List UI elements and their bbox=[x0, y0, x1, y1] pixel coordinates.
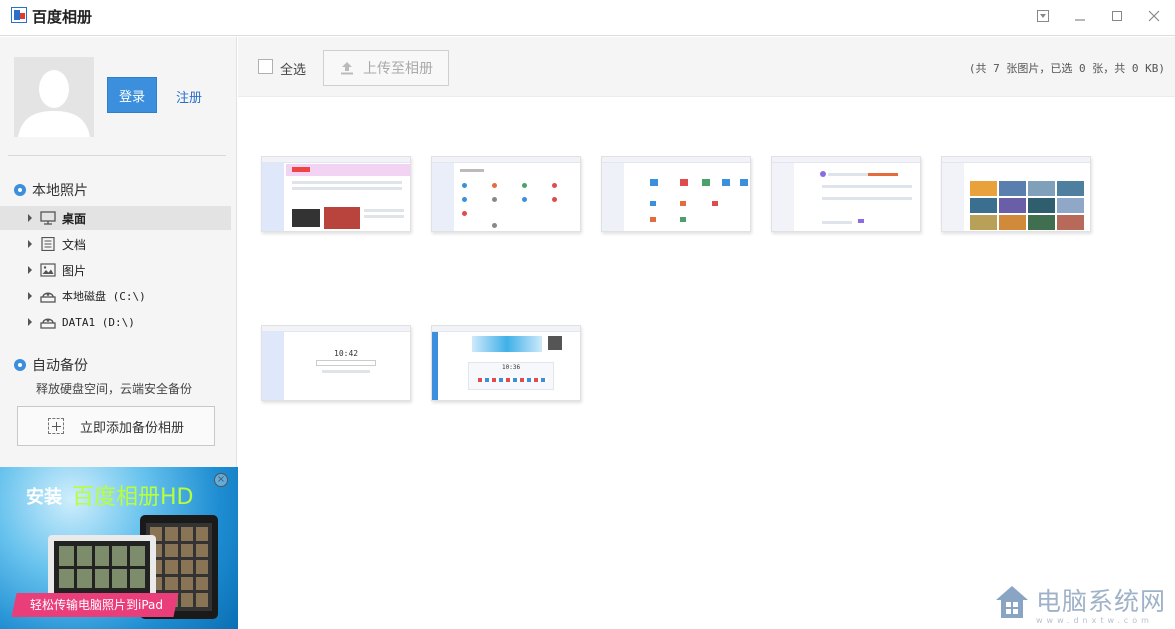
tree-item-label: 本地磁盘 (C:\) bbox=[62, 290, 146, 303]
watermark-text: 电脑系统网 bbox=[1036, 587, 1167, 616]
photo-thumbnail[interactable] bbox=[261, 156, 411, 232]
upload-to-album-button[interactable]: 上传至相册 bbox=[323, 50, 449, 86]
dropdown-icon bbox=[1037, 10, 1049, 22]
local-photos-title: 本地照片 bbox=[32, 183, 88, 199]
toolbar: 全选 上传至相册 (共 7 张图片，已选 0 张，共 0 KB) bbox=[238, 37, 1175, 97]
login-button[interactable]: 登录 bbox=[107, 77, 157, 113]
add-backup-album-button[interactable]: 立即添加备份相册 bbox=[17, 406, 215, 446]
app-window: 百度相册 登录 注册 本地照片 桌面 文档 图片 本地磁盘 (C:\) DATA… bbox=[0, 0, 1175, 629]
ad-title-install: 安装 bbox=[26, 487, 62, 508]
add-icon bbox=[47, 418, 64, 434]
expand-arrow-icon[interactable] bbox=[28, 292, 32, 300]
close-button[interactable] bbox=[1143, 6, 1165, 28]
auto-backup-header[interactable]: 自动备份 bbox=[14, 355, 88, 375]
app-title: 百度相册 bbox=[32, 8, 93, 26]
minimize-button[interactable] bbox=[1069, 6, 1091, 28]
tree-item-pictures[interactable]: 图片 bbox=[0, 258, 231, 282]
ipad-illustration-front bbox=[48, 535, 156, 599]
avatar bbox=[14, 57, 94, 137]
auto-backup-description: 释放硬盘空间，云端安全备份 bbox=[36, 382, 193, 396]
local-photos-header[interactable]: 本地照片 bbox=[14, 180, 88, 200]
tree-item-documents[interactable]: 文档 bbox=[0, 232, 231, 256]
divider bbox=[8, 155, 226, 156]
minimize-icon bbox=[1075, 19, 1085, 21]
select-all-checkbox[interactable] bbox=[258, 59, 273, 74]
ad-title-product: 百度相册HD bbox=[72, 485, 194, 510]
sidebar: 登录 注册 本地照片 桌面 文档 图片 本地磁盘 (C:\) DATA1 (D:… bbox=[0, 37, 238, 629]
tree-item-label: 桌面 bbox=[62, 211, 87, 226]
house-logo-icon bbox=[996, 586, 1028, 618]
maximize-icon bbox=[1112, 11, 1122, 21]
expand-arrow-icon[interactable] bbox=[28, 318, 32, 326]
select-all-label[interactable]: 全选 bbox=[280, 59, 306, 78]
photo-thumbnail[interactable]: 10:42 bbox=[261, 325, 411, 401]
monitor-icon bbox=[40, 211, 56, 225]
image-icon bbox=[40, 263, 56, 277]
watermark: 电脑系统网 www.dnxtw.com bbox=[990, 580, 1170, 628]
photo-thumbnail[interactable] bbox=[941, 156, 1091, 232]
photo-thumbnail[interactable] bbox=[431, 156, 581, 232]
tree-item-desktop[interactable]: 桌面 bbox=[0, 206, 231, 230]
disk-icon bbox=[40, 289, 56, 303]
app-logo-icon bbox=[11, 7, 27, 23]
expand-arrow-icon[interactable] bbox=[28, 266, 32, 274]
add-backup-label: 立即添加备份相册 bbox=[79, 420, 184, 436]
tree-item-disk-d[interactable]: DATA1 (D:\) bbox=[0, 310, 231, 334]
maximize-button[interactable] bbox=[1106, 6, 1128, 28]
dropdown-menu-button[interactable] bbox=[1032, 6, 1054, 28]
expand-arrow-icon[interactable] bbox=[28, 214, 32, 222]
radio-dot-icon bbox=[14, 359, 26, 371]
document-icon bbox=[40, 237, 56, 251]
upload-icon bbox=[341, 62, 353, 75]
user-silhouette-icon bbox=[14, 57, 94, 137]
auto-backup-title: 自动备份 bbox=[32, 358, 88, 374]
close-icon bbox=[1148, 10, 1160, 22]
radio-dot-icon bbox=[14, 184, 26, 196]
title-bar: 百度相册 bbox=[0, 0, 1175, 36]
upload-label: 上传至相册 bbox=[363, 61, 433, 77]
expand-arrow-icon[interactable] bbox=[28, 240, 32, 248]
photo-thumbnail[interactable]: 10:36 bbox=[431, 325, 581, 401]
selection-stats: (共 7 张图片，已选 0 张，共 0 KB) bbox=[968, 62, 1165, 75]
watermark-url: www.dnxtw.com bbox=[1036, 616, 1153, 625]
ad-close-icon[interactable]: × bbox=[214, 473, 228, 487]
promo-ad-banner[interactable]: × 安装 百度相册HD 轻松传输电脑照片到iPad bbox=[0, 467, 238, 629]
ad-tagline: 轻松传输电脑照片到iPad bbox=[11, 593, 179, 617]
tree-item-label: DATA1 (D:\) bbox=[62, 315, 135, 329]
photo-thumbnail[interactable] bbox=[771, 156, 921, 232]
register-link[interactable]: 注册 bbox=[176, 87, 202, 106]
photo-thumbnail[interactable] bbox=[601, 156, 751, 232]
tree-item-label: 图片 bbox=[62, 263, 87, 278]
tree-item-label: 文档 bbox=[62, 237, 87, 252]
tree-item-disk-c[interactable]: 本地磁盘 (C:\) bbox=[0, 284, 231, 308]
disk-icon bbox=[40, 315, 56, 329]
